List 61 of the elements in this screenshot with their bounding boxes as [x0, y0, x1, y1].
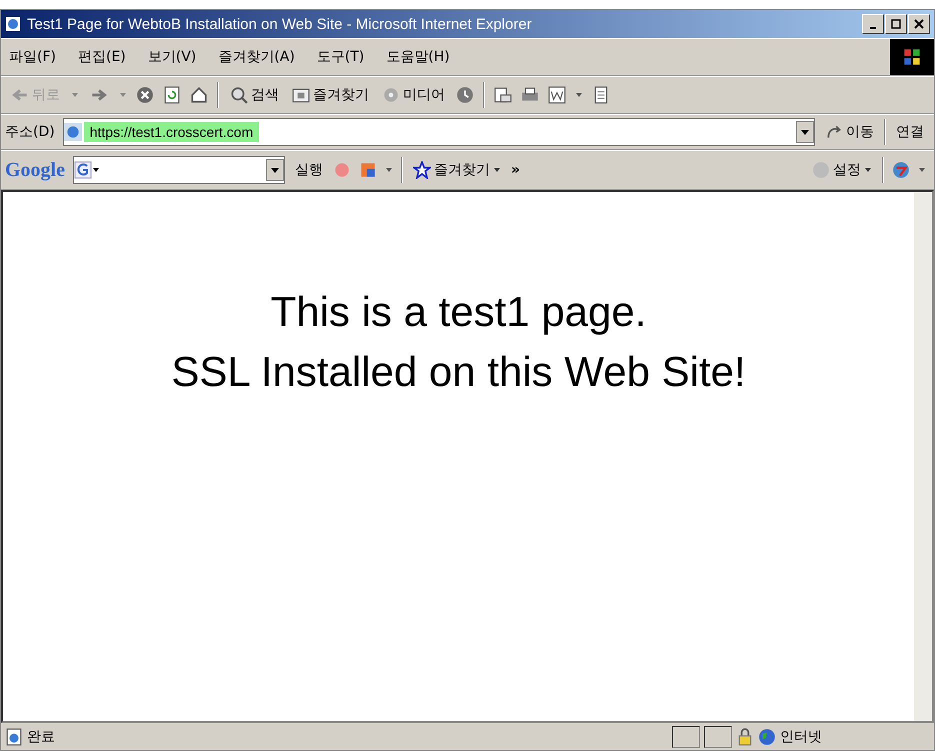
menu-item[interactable]: 파일(F): [9, 48, 56, 66]
caret-icon: [493, 166, 501, 174]
dropdown-icon[interactable]: [796, 121, 814, 143]
page-icon: [64, 123, 82, 141]
folder-icon: [292, 86, 310, 104]
caret-icon[interactable]: [918, 166, 926, 174]
zone-text: 인터넷: [780, 728, 823, 746]
url-text: https://test1.crosscert.com: [84, 122, 260, 142]
search-icon: [230, 86, 248, 104]
address-field[interactable]: https://test1.crosscert.com: [62, 118, 815, 146]
heading-text: This is a test1 page.: [270, 287, 646, 337]
close-icon: [914, 19, 924, 29]
close-button[interactable]: [908, 14, 930, 34]
history-icon[interactable]: [456, 86, 474, 104]
caret-icon: [864, 166, 872, 174]
stop-icon[interactable]: [136, 86, 154, 104]
star-icon: [413, 161, 431, 179]
links-button[interactable]: 연결: [894, 123, 926, 141]
letter-g-icon: [74, 161, 100, 179]
more-button[interactable]: »: [511, 162, 520, 178]
google-logo: Google: [5, 158, 65, 182]
home-icon[interactable]: [190, 86, 208, 104]
maximize-button[interactable]: [885, 14, 907, 34]
maximize-icon: [891, 19, 901, 29]
heading-text: SSL Installed on this Web Site!: [171, 347, 746, 397]
status-pane: [704, 726, 732, 748]
globe-icon: [758, 728, 776, 746]
bookmark-button[interactable]: 즐겨찾기: [411, 161, 503, 179]
caret-icon[interactable]: [385, 166, 393, 174]
lock-icon: [736, 728, 754, 746]
browser-icon: [5, 16, 21, 32]
document-icon[interactable]: [592, 86, 610, 104]
go-button[interactable]: 이동: [823, 123, 876, 141]
favorites-button[interactable]: 즐겨찾기: [290, 86, 371, 104]
windows-logo: [890, 39, 934, 75]
minimize-icon: [870, 27, 876, 29]
menu-item[interactable]: 즐겨찾기(A): [218, 48, 295, 66]
status-pane: [672, 726, 700, 748]
edit-icon[interactable]: [548, 86, 566, 104]
menu-item[interactable]: 편집(E): [78, 48, 126, 66]
mail-icon[interactable]: [494, 86, 512, 104]
menu-item[interactable]: 도움말(H): [386, 48, 450, 66]
search-field[interactable]: [73, 156, 285, 184]
menu-item[interactable]: 도구(T): [316, 48, 364, 66]
circle-icon: [812, 161, 830, 179]
menu-item[interactable]: 보기(V): [148, 48, 196, 66]
status-text: 완료: [27, 728, 55, 746]
translate-icon[interactable]: [892, 161, 910, 179]
popup-icon[interactable]: [359, 161, 377, 179]
address-label: 주소(D): [5, 123, 55, 141]
dropdown-icon[interactable]: [266, 159, 284, 181]
media-button[interactable]: 미디어: [380, 86, 447, 104]
minimize-button[interactable]: [862, 14, 884, 34]
run-button[interactable]: 실행: [293, 161, 325, 179]
window-title: Test1 Page for WebtoB Installation on Web Site - Microsoft Internet Explorer: [27, 16, 533, 32]
settings-button[interactable]: 설정: [810, 161, 874, 179]
caret-icon[interactable]: [575, 91, 583, 99]
search-button[interactable]: 검색: [228, 86, 281, 104]
disc-icon: [382, 86, 400, 104]
page-icon: [5, 728, 23, 746]
refresh-icon[interactable]: [163, 86, 181, 104]
